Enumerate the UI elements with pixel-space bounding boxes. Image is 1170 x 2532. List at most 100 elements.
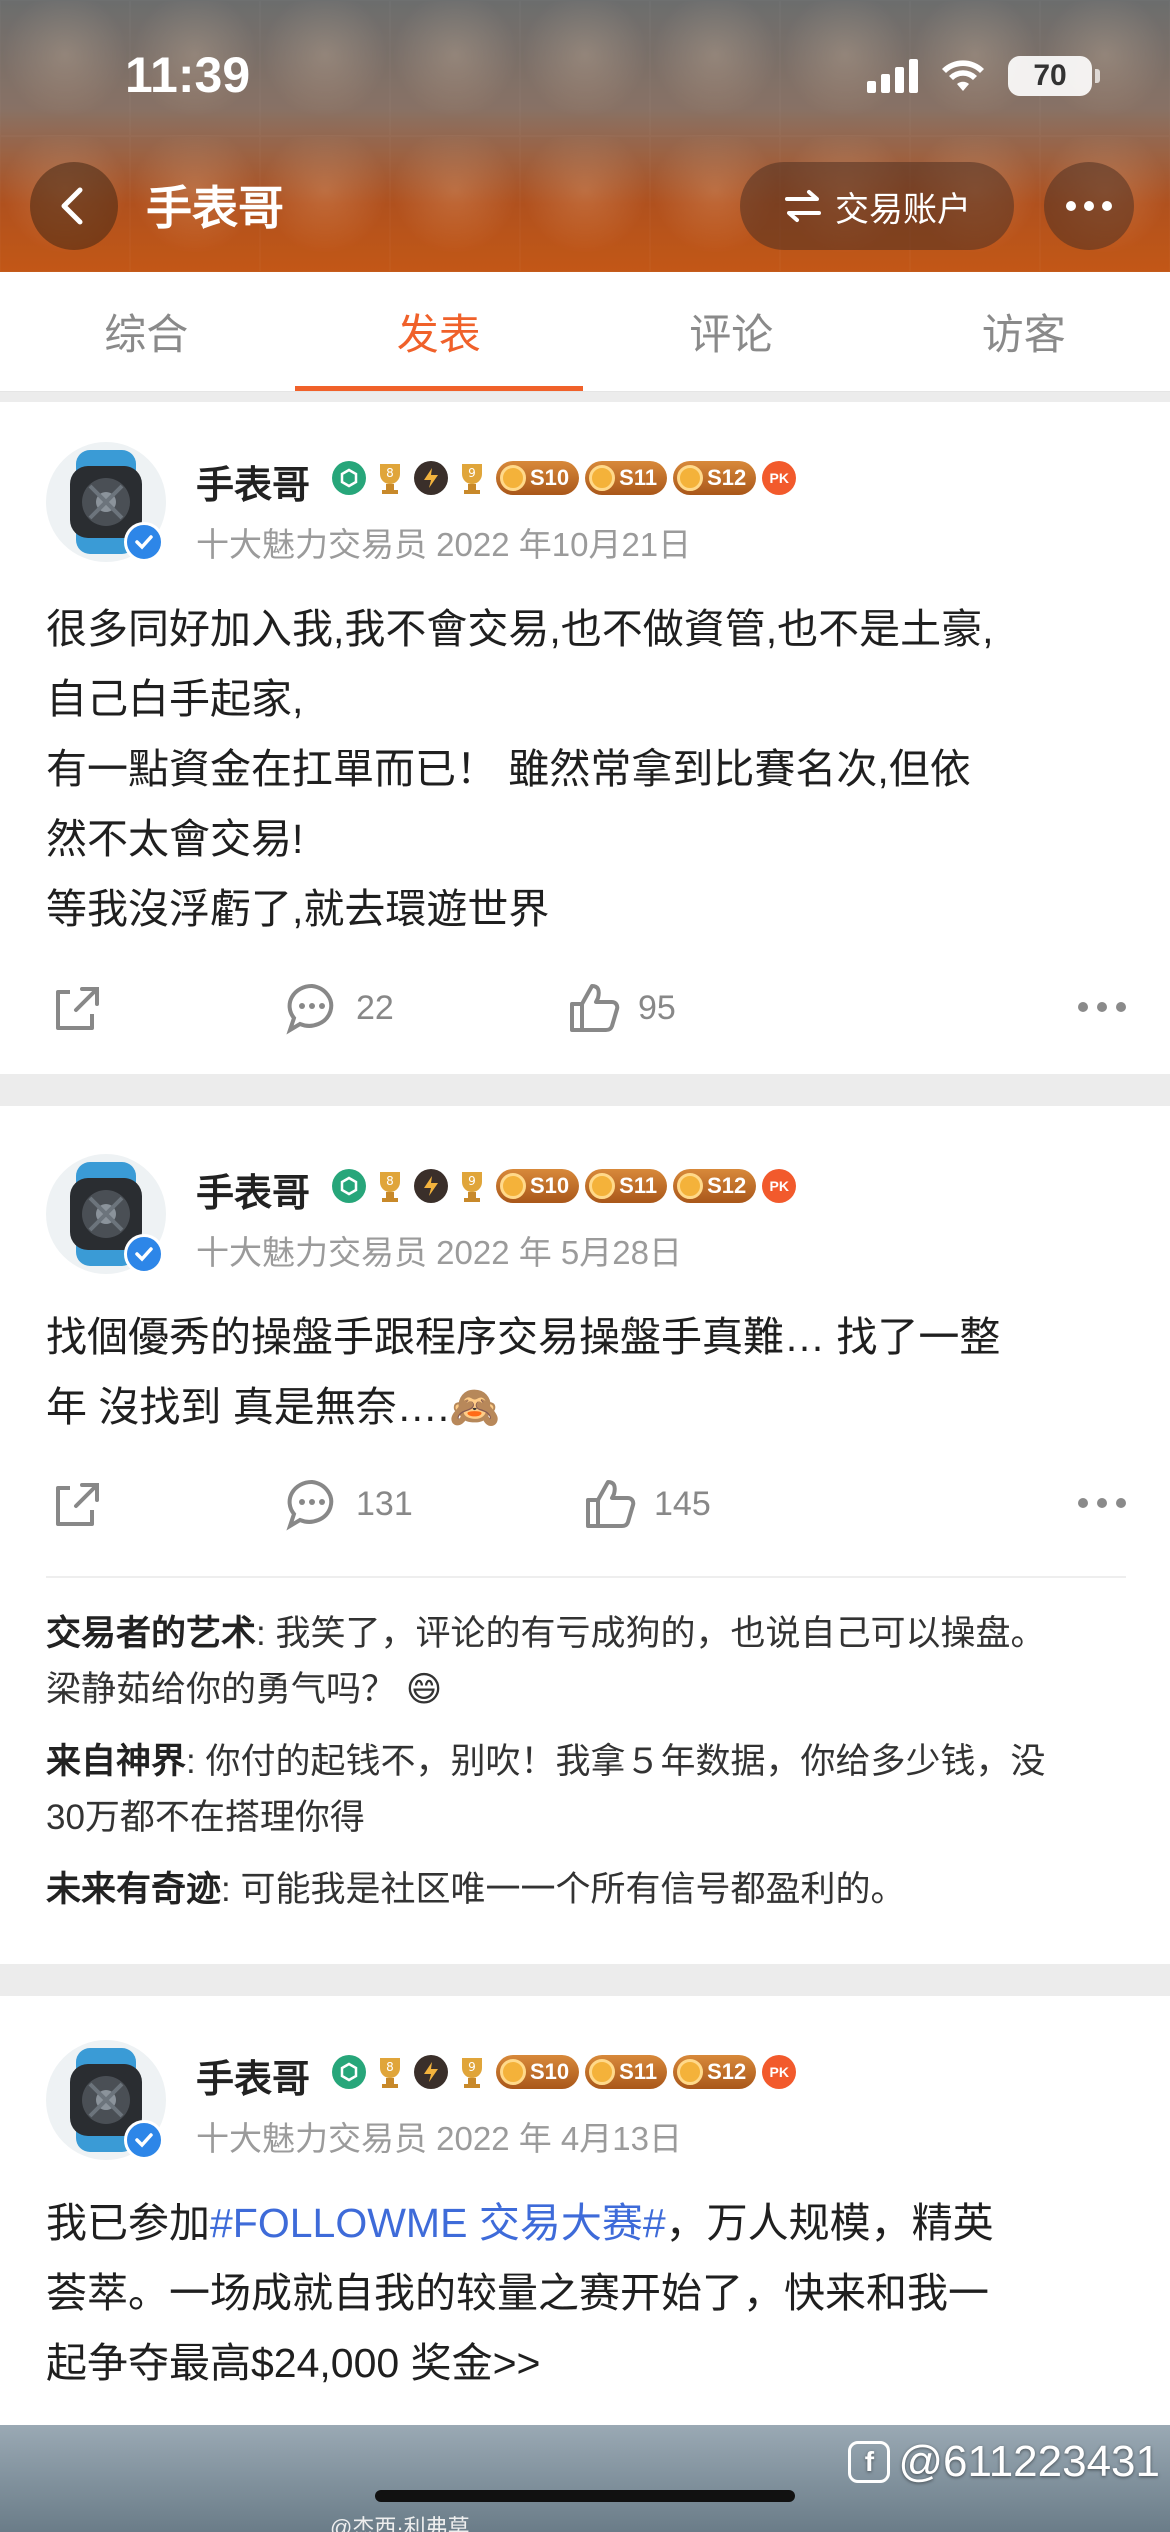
wifi-icon bbox=[942, 60, 984, 91]
tab-comments[interactable]: 评论 bbox=[585, 272, 878, 391]
comment-icon bbox=[286, 1479, 334, 1531]
post-body[interactable]: 很多同好加入我,我不會交易,也不做資管,也不是土豪, 自己白手起家, 有一點資金… bbox=[46, 594, 1136, 944]
like-button[interactable]: 145 bbox=[580, 1474, 711, 1534]
season-s12-label: S12 bbox=[707, 465, 747, 490]
season-s12-label: S12 bbox=[707, 1173, 747, 1198]
share-button[interactable] bbox=[46, 978, 106, 1038]
post-actions: 22 95 bbox=[46, 978, 1126, 1048]
pk-flame-icon: PK bbox=[762, 2055, 797, 2089]
comment-author[interactable]: 交易者的艺术 bbox=[46, 1614, 256, 1653]
season-s10-badge: S10 bbox=[496, 2055, 580, 2089]
season-s10-badge: S10 bbox=[496, 1169, 580, 1203]
profile-header: 11:39 70 手表哥 交易账户 bbox=[0, 0, 1170, 272]
pk-flame-icon: PK bbox=[762, 1169, 797, 1203]
watermark: f @611223431 bbox=[848, 2437, 1160, 2487]
badge-row: 8 9 S10 S11 S12 PK bbox=[332, 1168, 797, 1204]
trophy-9-icon: 9 bbox=[454, 2054, 490, 2090]
season-s11-badge: S11 bbox=[585, 1169, 668, 1203]
post-more-button[interactable] bbox=[1078, 1498, 1126, 1508]
post-more-button[interactable] bbox=[1078, 1002, 1126, 1012]
like-button[interactable]: 95 bbox=[564, 978, 676, 1038]
season-s11-label: S11 bbox=[619, 2059, 658, 2084]
comment-item[interactable]: 交易者的艺术: 我笑了，评论的有亏成狗的，也说自己可以操盘。 梁静茹给你的勇气吗… bbox=[46, 1606, 1126, 1718]
tab-visitors[interactable]: 访客 bbox=[878, 272, 1170, 391]
comment-count: 131 bbox=[356, 1484, 413, 1523]
trophy-8-icon: 8 bbox=[372, 460, 408, 496]
comment-item[interactable]: 来自神界: 你付的起钱不，别吹！我拿５年数据，你给多少钱，没 30万都不在搭理你… bbox=[46, 1734, 1126, 1846]
author-name[interactable]: 手表哥 bbox=[196, 1162, 310, 1217]
season-s11-badge: S11 bbox=[585, 461, 668, 495]
trade-account-button[interactable]: 交易账户 bbox=[740, 162, 1014, 250]
trader-badge-icon bbox=[332, 1169, 366, 1203]
trader-badge-icon bbox=[332, 461, 366, 495]
post-body[interactable]: 我已参加#FOLLOWME 交易大赛#，万人规模，精英 荟萃。一场成就自我的较量… bbox=[46, 2188, 1136, 2398]
comment-icon bbox=[286, 983, 334, 1035]
post-meta: 十大魅力交易员 2022 年 4月13日 bbox=[196, 2120, 682, 2157]
battery-indicator: 70 bbox=[1008, 56, 1100, 96]
trophy-9-number: 9 bbox=[468, 1174, 476, 1188]
preview-caption: @杰西·利弗莫 bbox=[330, 2515, 470, 2532]
watermark-text: @611223431 bbox=[898, 2437, 1160, 2486]
trophy-8-number: 8 bbox=[386, 466, 394, 480]
comment-author[interactable]: 未来有奇迹 bbox=[46, 1870, 221, 1909]
author-name[interactable]: 手表哥 bbox=[196, 454, 310, 509]
like-count: 95 bbox=[638, 988, 676, 1027]
post-body-prefix: 我已参加 bbox=[46, 2200, 210, 2246]
season-s12-badge: S12 bbox=[673, 461, 757, 495]
tab-overview[interactable]: 综合 bbox=[0, 272, 293, 391]
share-icon bbox=[56, 1483, 99, 1526]
trophy-8-number: 8 bbox=[386, 1174, 394, 1188]
pk-flame-icon: PK bbox=[762, 461, 797, 495]
trophy-9-number: 9 bbox=[468, 2060, 476, 2074]
post-meta: 十大魅力交易员 2022 年10月21日 bbox=[196, 526, 692, 563]
home-indicator[interactable] bbox=[375, 2490, 795, 2502]
trophy-9-icon: 9 bbox=[454, 1168, 490, 1204]
badge-row: 8 9 S10 S11 S12 PK bbox=[332, 460, 797, 496]
post-meta: 十大魅力交易员 2022 年 5月28日 bbox=[196, 1234, 682, 1271]
comment-item[interactable]: 未来有奇迹: 可能我是社区唯一一个所有信号都盈利的。 bbox=[46, 1862, 1126, 1918]
badge-row: 8 9 S10 S11 S12 PK bbox=[332, 2054, 797, 2090]
thumbs-up-icon bbox=[586, 1480, 636, 1528]
verified-badge-icon bbox=[124, 2120, 164, 2160]
season-s11-label: S11 bbox=[619, 465, 658, 490]
season-s11-badge: S11 bbox=[585, 2055, 668, 2089]
chevron-left-icon bbox=[61, 187, 83, 225]
season-s10-label: S10 bbox=[530, 1173, 570, 1198]
like-count: 145 bbox=[654, 1484, 711, 1523]
tab-bar: 综合 发表 评论 访客 bbox=[0, 272, 1170, 392]
share-button[interactable] bbox=[46, 1474, 106, 1534]
season-s10-label: S10 bbox=[530, 2059, 570, 2084]
verified-badge-icon bbox=[124, 522, 164, 562]
comment-button[interactable]: 131 bbox=[282, 1474, 413, 1534]
comment-button[interactable]: 22 bbox=[282, 978, 394, 1038]
status-time: 11:39 bbox=[125, 47, 251, 103]
hashtag-link[interactable]: #FOLLOWME 交易大赛# bbox=[210, 2200, 666, 2246]
post-actions: 131 145 bbox=[46, 1474, 1126, 1544]
trophy-8-number: 8 bbox=[386, 2060, 394, 2074]
post-body[interactable]: 找個優秀的操盤手跟程序交易操盤手真難… 找了一整 年 沒找到 真是無奈….🙈 bbox=[46, 1302, 1136, 1442]
page-title: 手表哥 bbox=[146, 182, 284, 234]
post-card: 手表哥 8 9 S10 S11 S12 PK 十大魅力交易员 2022 年 5月… bbox=[0, 1106, 1170, 1964]
comment-author[interactable]: 来自神界 bbox=[46, 1742, 186, 1781]
season-s12-badge: S12 bbox=[673, 2055, 757, 2089]
lightning-badge-icon bbox=[414, 461, 448, 495]
season-s12-badge: S12 bbox=[673, 1169, 757, 1203]
swap-icon bbox=[785, 190, 821, 222]
cellular-signal-icon bbox=[867, 59, 918, 93]
lightning-badge-icon bbox=[414, 1169, 448, 1203]
season-s11-label: S11 bbox=[619, 1173, 658, 1198]
status-icons: 70 bbox=[867, 56, 1100, 96]
author-name[interactable]: 手表哥 bbox=[196, 2048, 310, 2103]
verified-badge-icon bbox=[124, 1234, 164, 1274]
comment-text: : 可能我是社区唯一一个所有信号都盈利的。 bbox=[221, 1870, 906, 1909]
trophy-9-number: 9 bbox=[468, 466, 476, 480]
tab-posts[interactable]: 发表 bbox=[293, 272, 586, 391]
back-button[interactable] bbox=[30, 162, 118, 250]
next-post-image-preview[interactable]: f @611223431 bbox=[0, 2425, 1170, 2532]
comment-count: 22 bbox=[356, 988, 394, 1027]
trader-badge-icon bbox=[332, 2055, 366, 2089]
trade-account-label: 交易账户 bbox=[835, 190, 971, 229]
more-options-button[interactable] bbox=[1044, 162, 1134, 250]
trophy-8-icon: 8 bbox=[372, 2054, 408, 2090]
trophy-9-icon: 9 bbox=[454, 460, 490, 496]
